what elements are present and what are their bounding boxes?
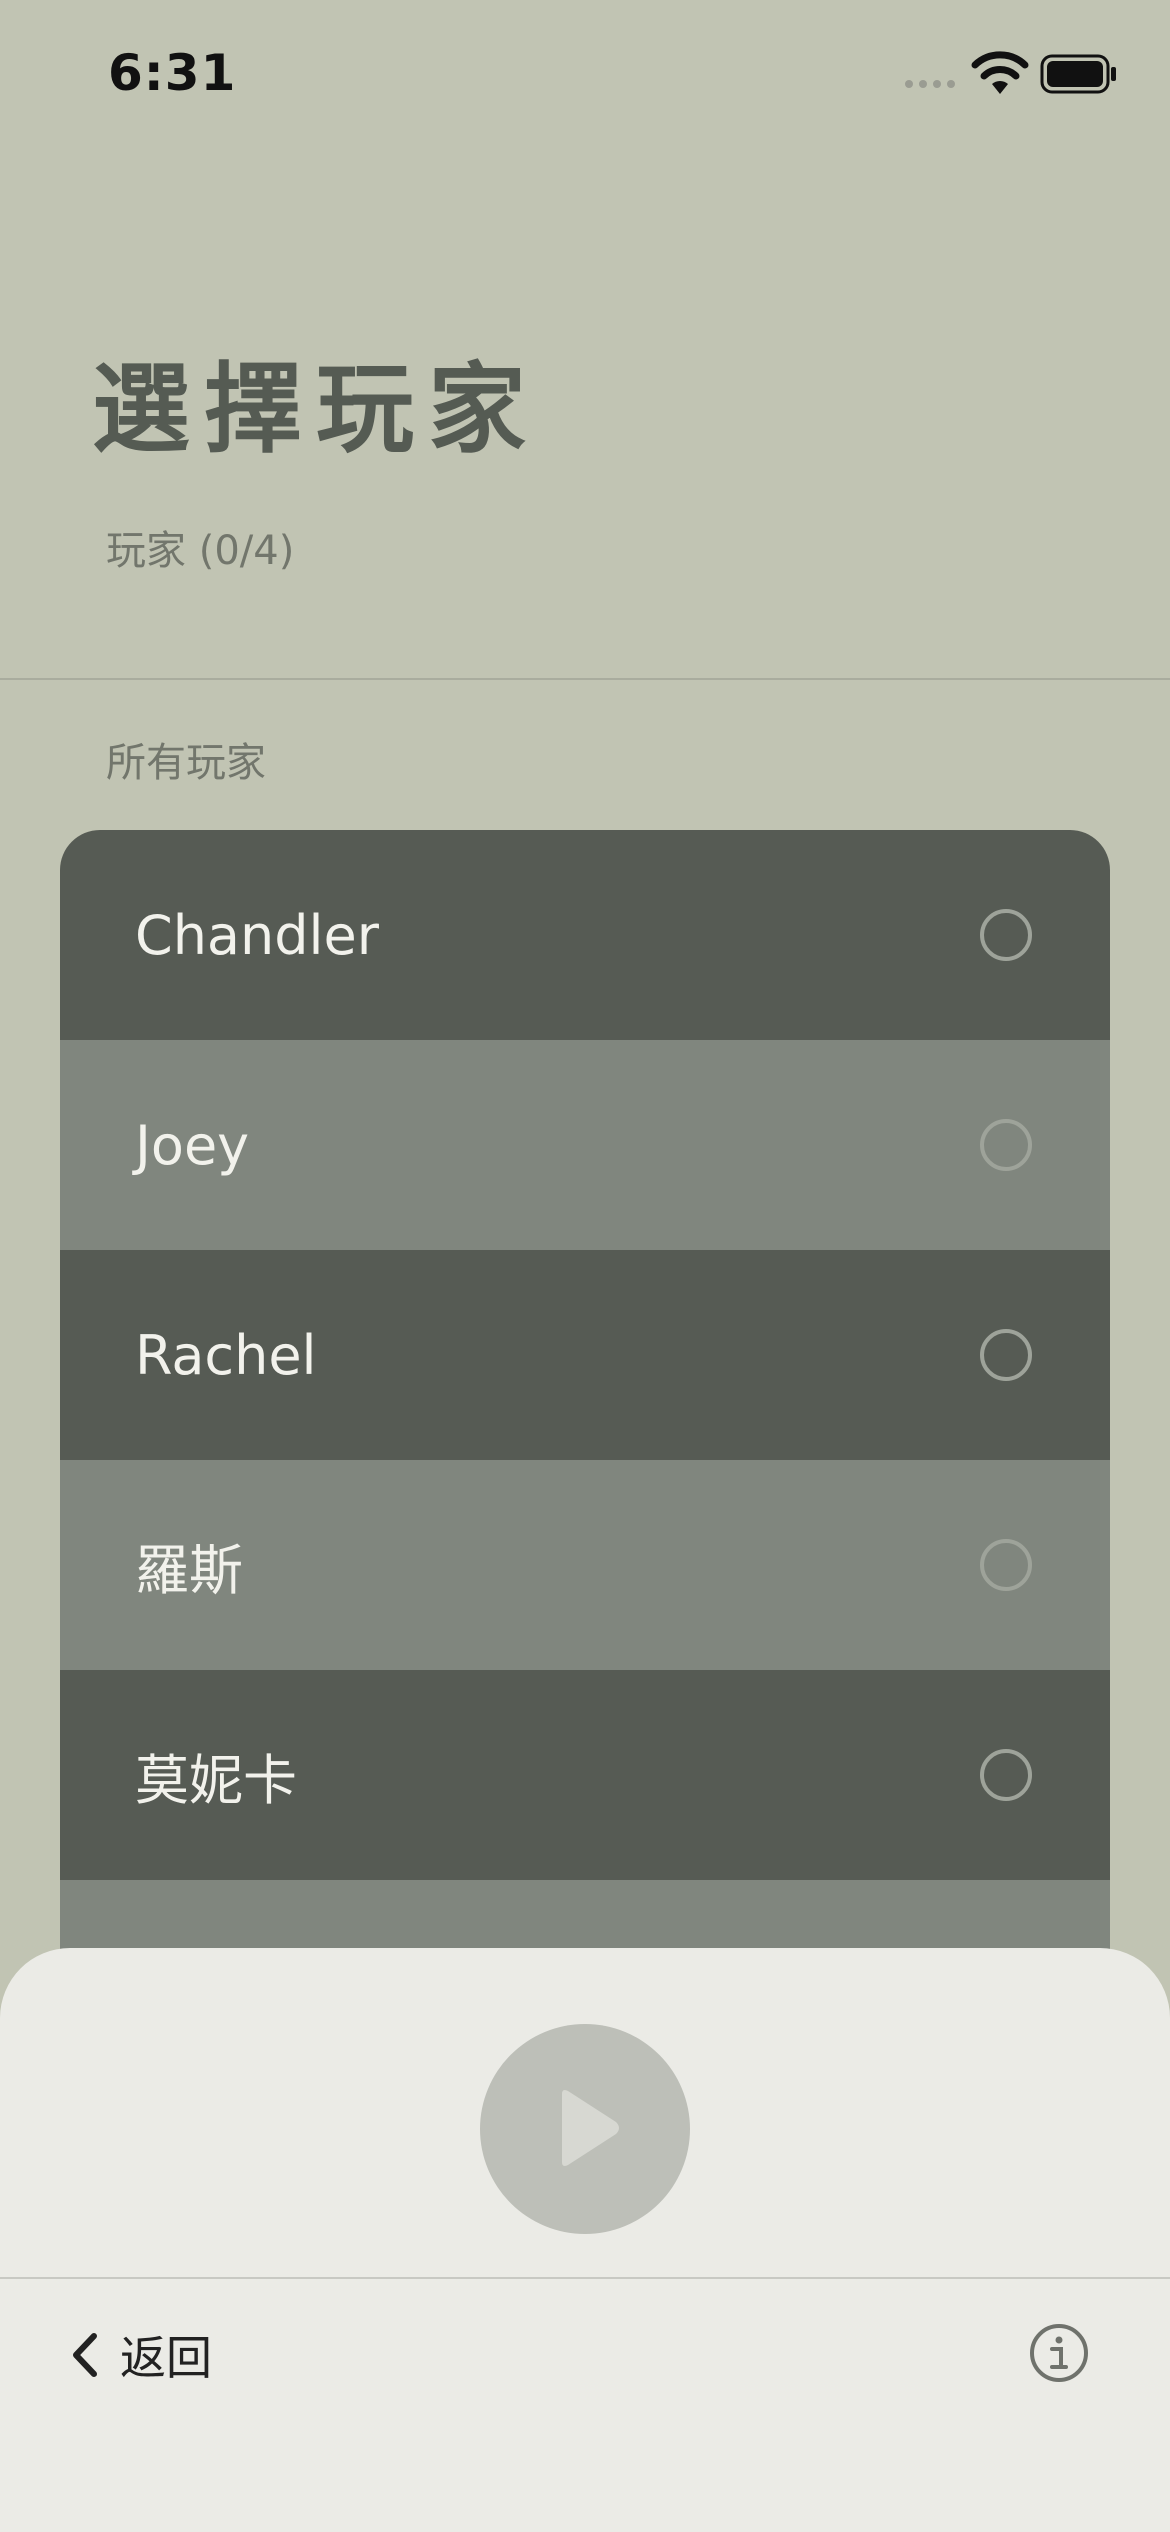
radio-button[interactable]: [980, 1539, 1032, 1591]
info-icon[interactable]: [1028, 2322, 1090, 2384]
player-name: 羅斯: [135, 1538, 243, 1602]
player-name: Chandler: [135, 903, 379, 967]
back-button[interactable]: 返回: [70, 2320, 212, 2390]
player-row[interactable]: Rachel: [60, 1250, 1110, 1460]
player-count: 玩家 (0/4): [106, 528, 295, 574]
wifi-icon: [971, 51, 1029, 94]
player-row[interactable]: 莫妮卡: [60, 1670, 1110, 1880]
player-name: 莫妮卡: [135, 1748, 297, 1812]
divider: [0, 678, 1170, 680]
radio-button[interactable]: [980, 909, 1032, 961]
chevron-left-icon: [73, 2333, 97, 2377]
player-name: Rachel: [135, 1323, 317, 1387]
player-row[interactable]: Joey: [60, 1040, 1110, 1250]
player-name: Joey: [135, 1113, 250, 1177]
radio-button[interactable]: [980, 1119, 1032, 1171]
divider: [0, 2277, 1170, 2279]
battery-icon: [1040, 54, 1116, 94]
play-button[interactable]: [480, 2024, 690, 2234]
section-label: 所有玩家: [106, 740, 266, 786]
page-title: 選擇玩家: [92, 353, 541, 467]
status-bar: 6:31: [0, 0, 1170, 150]
status-time: 6:31: [108, 44, 237, 102]
player-list: Chandler Joey Rachel 羅斯 莫妮卡: [60, 830, 1110, 2000]
radio-button[interactable]: [980, 1749, 1032, 1801]
radio-button[interactable]: [980, 1329, 1032, 1381]
cellular-signal-icon: [905, 80, 955, 88]
back-label: 返回: [120, 2331, 212, 2385]
player-row[interactable]: 羅斯: [60, 1460, 1110, 1670]
play-icon: [562, 2090, 619, 2166]
player-row[interactable]: Chandler: [60, 830, 1110, 1040]
